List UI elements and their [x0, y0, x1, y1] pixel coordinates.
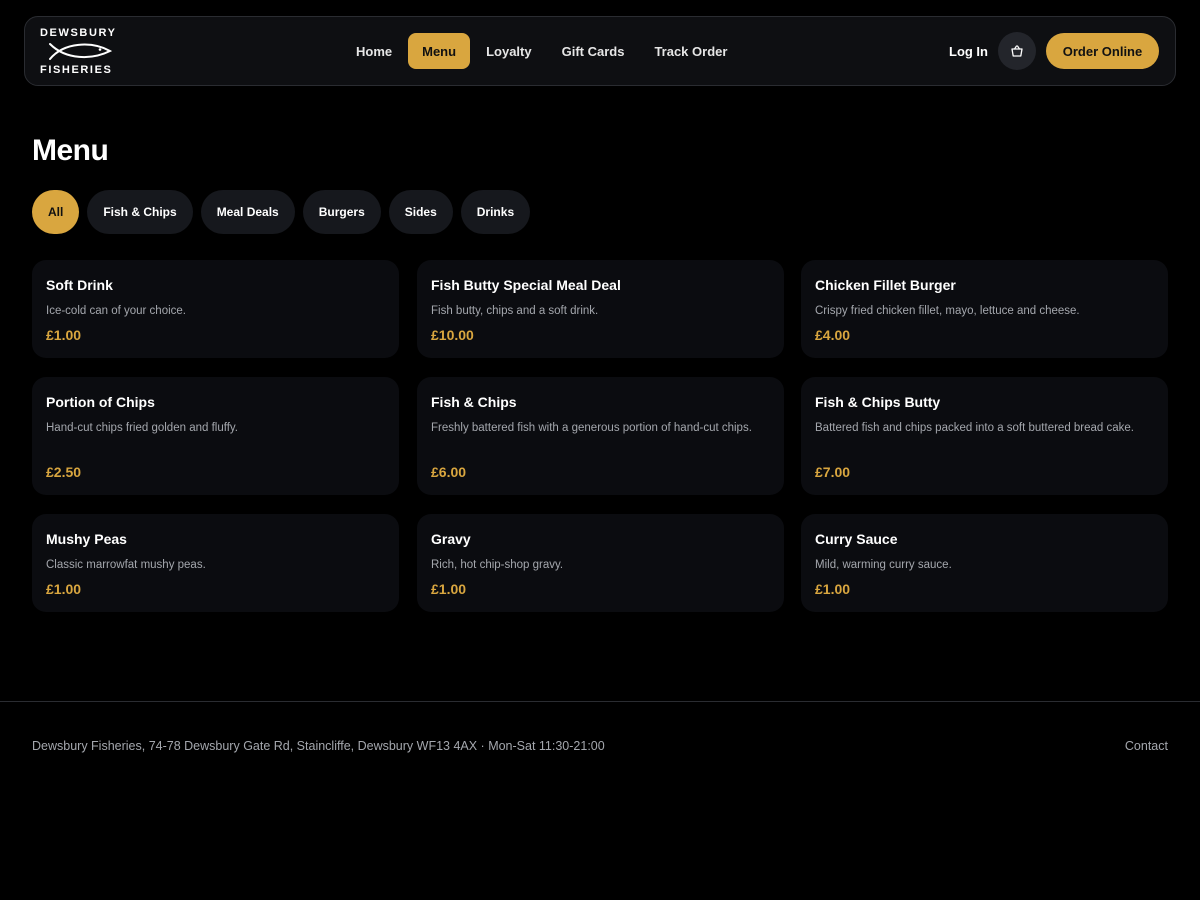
menu-item-price: £2.50: [46, 464, 82, 480]
filter-sides[interactable]: Sides: [388, 190, 453, 234]
menu-item-description: Rich, hot chip-shop gravy.: [431, 559, 564, 571]
filter-all[interactable]: All: [32, 190, 80, 234]
nav-track-order[interactable]: Track Order: [639, 33, 742, 69]
site-header: DEWSBURY FISHERIES Home Menu Loyalty Gif…: [24, 16, 1176, 86]
menu-item-name: Chicken Fillet Burger: [815, 277, 956, 293]
menu-item-card[interactable]: Fish Butty Special Meal Deal Fish butty,…: [417, 260, 784, 358]
menu-item-price: £4.00: [815, 327, 851, 343]
filter-burgers[interactable]: Burgers: [302, 190, 381, 234]
nav-home[interactable]: Home: [341, 33, 407, 69]
menu-item-name: Curry Sauce: [815, 531, 898, 547]
cart-button[interactable]: [998, 32, 1036, 70]
menu-item-card[interactable]: Soft Drink Ice-cold can of your choice. …: [32, 260, 399, 358]
logo-wordmark-bottom: FISHERIES: [40, 64, 113, 76]
menu-item-name: Portion of Chips: [46, 394, 155, 410]
menu-item-description: Hand-cut chips fried golden and fluffy.: [46, 422, 238, 434]
menu-item-price: £1.00: [46, 327, 82, 343]
menu-item-name: Fish & Chips Butty: [815, 394, 941, 410]
menu-item-card[interactable]: Chicken Fillet Burger Crispy fried chick…: [801, 260, 1168, 358]
menu-item-description: Freshly battered fish with a generous po…: [431, 422, 752, 434]
menu-item-name: Gravy: [431, 531, 471, 547]
logo-wordmark-top: DEWSBURY: [40, 27, 117, 39]
menu-item-price: £1.00: [46, 581, 82, 597]
category-filters: All Fish & Chips Meal Deals Burgers Side…: [32, 190, 531, 234]
menu-item-card[interactable]: Curry Sauce Mild, warming curry sauce. £…: [801, 514, 1168, 612]
menu-item-name: Mushy Peas: [46, 531, 127, 547]
filter-fish-and-chips[interactable]: Fish & Chips: [87, 190, 193, 234]
menu-item-description: Ice-cold can of your choice.: [46, 305, 186, 317]
menu-item-name: Fish Butty Special Meal Deal: [431, 277, 621, 293]
nav-menu[interactable]: Menu: [408, 33, 471, 69]
menu-item-price: £7.00: [815, 464, 851, 480]
fish-icon: [49, 43, 112, 60]
menu-item-name: Fish & Chips: [431, 394, 517, 410]
filter-drinks[interactable]: Drinks: [460, 190, 531, 234]
order-online-button[interactable]: Order Online: [1046, 33, 1159, 69]
basket-icon: [1011, 45, 1023, 57]
menu-item-card[interactable]: Fish & Chips Freshly battered fish with …: [417, 377, 784, 495]
footer-info: Dewsbury Fisheries, 74-78 Dewsbury Gate …: [32, 739, 605, 753]
main-nav: Home Menu Loyalty Gift Cards Track Order: [341, 33, 742, 69]
menu-item-price: £10.00: [431, 327, 474, 343]
login-link[interactable]: Log In: [949, 33, 988, 69]
menu-item-card[interactable]: Mushy Peas Classic marrowfat mushy peas.…: [32, 514, 399, 612]
menu-item-description: Classic marrowfat mushy peas.: [46, 559, 206, 571]
menu-item-description: Fish butty, chips and a soft drink.: [431, 305, 599, 317]
menu-item-description: Crispy fried chicken fillet, mayo, lettu…: [815, 305, 1080, 317]
nav-loyalty[interactable]: Loyalty: [471, 33, 547, 69]
menu-item-price: £6.00: [431, 464, 467, 480]
menu-item-card[interactable]: Portion of Chips Hand-cut chips fried go…: [32, 377, 399, 495]
filter-meal-deals[interactable]: Meal Deals: [200, 190, 295, 234]
footer-contact-link[interactable]: Contact: [1125, 739, 1168, 753]
page-title: Menu: [32, 134, 109, 167]
menu-item-price: £1.00: [431, 581, 467, 597]
site-logo[interactable]: DEWSBURY FISHERIES: [40, 27, 120, 77]
footer-divider: [0, 701, 1200, 702]
menu-item-card[interactable]: Gravy Rich, hot chip-shop gravy. £1.00: [417, 514, 784, 612]
menu-item-card[interactable]: Fish & Chips Butty Battered fish and chi…: [801, 377, 1168, 495]
nav-gift-cards[interactable]: Gift Cards: [547, 33, 640, 69]
menu-item-price: £1.00: [815, 581, 851, 597]
menu-item-description: Battered fish and chips packed into a so…: [815, 422, 1135, 434]
menu-item-description: Mild, warming curry sauce.: [815, 559, 952, 571]
menu-item-name: Soft Drink: [46, 277, 113, 293]
